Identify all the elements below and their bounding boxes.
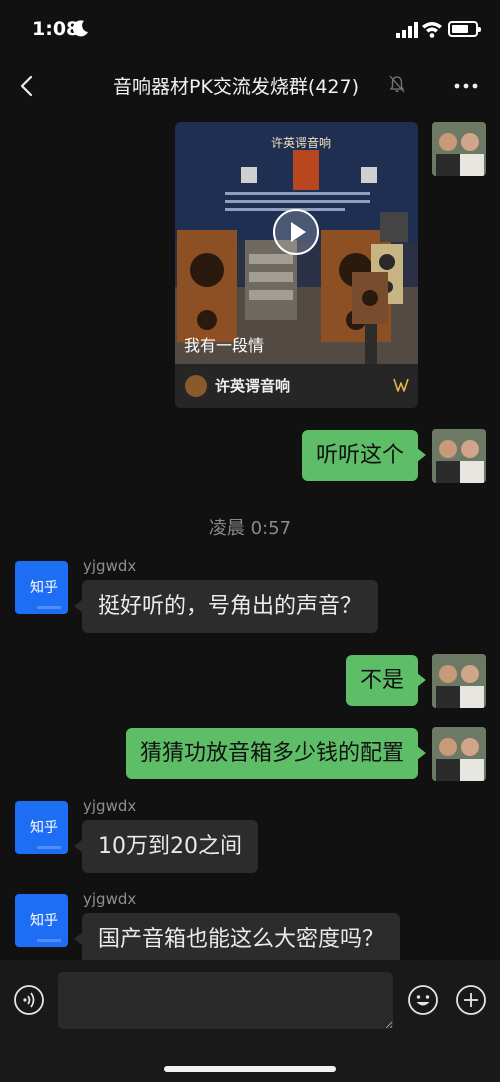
video-card-footer: 许英谔音响 xyxy=(175,364,418,408)
avatar-other[interactable]: 知乎 xyxy=(15,894,68,947)
message-text: 国产音箱也能这么大密度吗？ xyxy=(98,927,385,952)
channel-name: 许英谔音响 xyxy=(215,377,291,395)
more-icon[interactable] xyxy=(452,74,480,98)
back-icon[interactable] xyxy=(14,72,42,100)
avatar-me[interactable] xyxy=(432,429,486,483)
avatar-me[interactable] xyxy=(432,122,486,176)
avatar-me[interactable] xyxy=(432,654,486,708)
avatar-me-photo xyxy=(432,429,486,483)
avatar-badge-text: 知乎 xyxy=(30,913,58,929)
video-poster-banner: 许英谔音响 xyxy=(271,136,332,150)
emoji-icon[interactable] xyxy=(407,984,439,1016)
chat-title: 音响器材PK交流发烧群(427) xyxy=(113,76,360,98)
wifi-icon xyxy=(422,22,442,38)
sender-name: yjgwdx xyxy=(83,557,137,575)
channel-avatar xyxy=(185,375,207,397)
sender-name: yjgwdx xyxy=(83,797,137,815)
play-icon[interactable] xyxy=(273,209,319,255)
chat-header: 音响器材PK交流发烧群(427) xyxy=(0,60,500,112)
message-text: 不是 xyxy=(359,668,404,693)
avatar-me-photo xyxy=(432,654,486,708)
message-bubble-other[interactable]: 10万到20之间 xyxy=(74,820,258,873)
message-bubble-me[interactable]: 听听这个 xyxy=(301,430,427,481)
avatar-badge-text: 知乎 xyxy=(30,580,58,596)
message-timestamp: 凌晨 0:57 xyxy=(208,518,292,539)
avatar-other[interactable]: 知乎 xyxy=(15,801,68,854)
message-bubble-me[interactable]: 猜猜功放音箱多少钱的配置 xyxy=(125,728,427,779)
message-text: 猜猜功放音箱多少钱的配置 xyxy=(139,741,404,766)
home-indicator xyxy=(164,1066,336,1072)
message-text: 10万到20之间 xyxy=(98,834,242,859)
channels-icon xyxy=(393,378,409,392)
message-bubble-other[interactable]: 挺好听的，号角出的声音？ xyxy=(73,580,379,633)
video-card[interactable]: 许英谔音响 我有一段情 许英谔音响 xyxy=(175,122,418,408)
battery-icon xyxy=(448,21,481,37)
avatar-me-photo xyxy=(432,727,486,781)
avatar-other[interactable]: 知乎 xyxy=(15,561,68,614)
message-bubble-me[interactable]: 不是 xyxy=(345,655,427,706)
plus-icon[interactable] xyxy=(455,984,487,1016)
sender-name: yjgwdx xyxy=(83,890,137,908)
message-text: 听听这个 xyxy=(315,443,404,468)
input-bar xyxy=(0,960,500,1082)
avatar-badge-text: 知乎 xyxy=(30,820,58,836)
avatar-me[interactable] xyxy=(432,727,486,781)
voice-icon[interactable] xyxy=(13,984,45,1016)
message-bubble-other[interactable]: 国产音箱也能这么大密度吗？ xyxy=(73,913,401,966)
avatar-me-photo xyxy=(432,122,486,176)
mute-icon xyxy=(389,75,405,93)
message-text: 挺好听的，号角出的声音？ xyxy=(98,594,363,619)
cellular-signal-icon xyxy=(396,22,418,38)
video-caption: 我有一段情 xyxy=(184,336,265,355)
status-bar: 1:08 xyxy=(0,0,500,60)
message-input[interactable] xyxy=(58,972,393,1029)
moon-icon xyxy=(72,20,88,37)
